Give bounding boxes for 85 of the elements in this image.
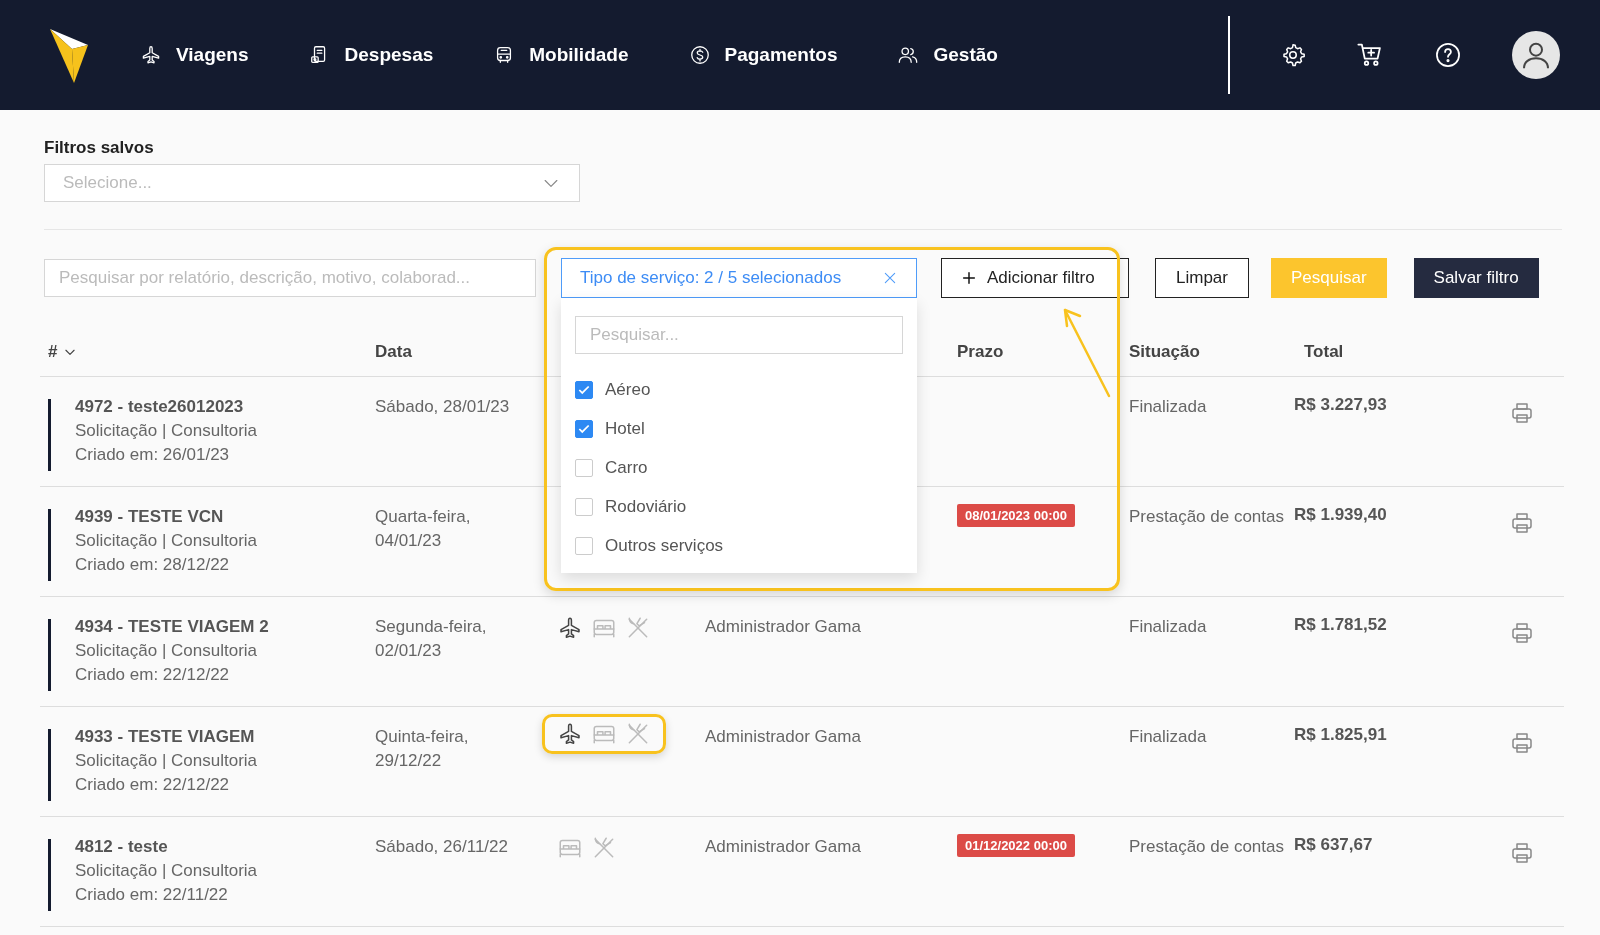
created-date: Criado em: 26/01/23 <box>75 444 231 466</box>
option[interactable]: Hotel <box>575 409 903 448</box>
nav-link[interactable]: Pagamentos <box>688 44 838 66</box>
report-title[interactable]: 4939 - TESTE VCN <box>75 505 258 529</box>
saved-filters-label: Filtros salvos <box>44 138 155 158</box>
created-date: Criado em: 22/11/22 <box>75 884 229 906</box>
sort-header[interactable]: # <box>40 342 375 362</box>
created-date: Criado em: 28/12/22 <box>75 554 231 576</box>
print-button[interactable] <box>1510 621 1534 645</box>
checkbox[interactable] <box>575 536 593 555</box>
status-text: Prestação de contas <box>1129 837 1284 856</box>
column-header[interactable]: Data <box>375 342 557 362</box>
cart-icon <box>1356 41 1384 69</box>
printer-icon <box>1510 731 1534 755</box>
checkbox[interactable] <box>575 419 593 438</box>
checkbox[interactable] <box>575 458 593 477</box>
status-text: Finalizada <box>1129 727 1207 746</box>
print-button[interactable] <box>1510 511 1534 535</box>
cart-button[interactable] <box>1356 41 1384 69</box>
total-amount: R$ 1.939,40 <box>1294 505 1387 524</box>
column-header[interactable]: Situação <box>1129 342 1294 362</box>
status-text: Finalizada <box>1129 617 1207 636</box>
total-amount: R$ 3.227,93 <box>1294 395 1387 414</box>
report-type: Solicitação | Consultoria <box>75 530 258 552</box>
report-title[interactable]: 4933 - TESTE VIAGEM <box>75 725 258 749</box>
airplane-icon <box>557 721 583 747</box>
airplane-icon <box>557 615 583 641</box>
printer-icon <box>1510 621 1534 645</box>
report-type: Solicitação | Consultoria <box>75 860 258 882</box>
deadline-badge: 01/12/2022 00:00 <box>957 834 1075 857</box>
clear-button[interactable]: Limpar <box>1155 258 1249 298</box>
status-text: Prestação de contas <box>1129 507 1284 526</box>
nav-link[interactable]: Gestão <box>897 44 998 66</box>
report-title[interactable]: 4972 - teste26012023 <box>75 395 258 419</box>
dollar-icon <box>688 44 711 66</box>
printer-icon <box>1510 401 1534 425</box>
search-field[interactable]: Pesquisar por relatório, descrição, motivo, colaborad... <box>44 259 536 297</box>
column-header[interactable]: Total <box>1294 342 1464 362</box>
option[interactable]: Aéreo <box>575 370 903 409</box>
trip-date: Sábado, 28/01/23 <box>375 396 511 418</box>
print-button[interactable] <box>1510 401 1534 425</box>
settings-icon <box>1280 42 1306 68</box>
help-button[interactable] <box>1434 41 1462 69</box>
trip-date: Quinta-feira, 29/12/22 <box>375 726 470 772</box>
print-button[interactable] <box>1510 731 1534 755</box>
responsible-name: Administrador Gama <box>705 837 861 856</box>
printer-icon <box>1510 511 1534 535</box>
printer-icon <box>1510 841 1534 865</box>
report-title[interactable]: 4812 - teste <box>75 835 258 859</box>
avatar[interactable] <box>1512 31 1560 79</box>
print-button[interactable] <box>1510 841 1534 865</box>
nav-link[interactable]: Viagens <box>140 44 249 66</box>
save-filter-button[interactable]: Salvar filtro <box>1413 258 1539 298</box>
total-amount: R$ 1.781,52 <box>1294 615 1387 634</box>
report-type: Solicitação | Consultoria <box>75 420 258 442</box>
option[interactable]: Rodoviário <box>575 487 903 526</box>
settings-button[interactable] <box>1280 42 1306 68</box>
total-amount: R$ 1.825,91 <box>1294 725 1387 744</box>
report-type: Solicitação | Consultoria <box>75 750 258 772</box>
report-type: Solicitação | Consultoria <box>75 640 259 662</box>
logo-icon[interactable] <box>48 27 90 83</box>
option[interactable]: Outros serviços <box>575 526 903 565</box>
column-header[interactable]: Prazo <box>957 342 1129 362</box>
deadline-badge: 08/01/2023 00:00 <box>957 504 1075 527</box>
created-date: Criado em: 22/12/22 <box>75 664 231 686</box>
nav-link[interactable]: Mobilidade <box>493 44 629 66</box>
airplane-icon <box>140 44 162 66</box>
trip-date: Quarta-feira, 04/01/23 <box>375 506 472 552</box>
close-icon <box>882 270 898 286</box>
plus-icon <box>961 270 977 286</box>
status-text: Finalizada <box>1129 397 1207 416</box>
checkbox[interactable] <box>575 380 593 399</box>
trip-date: Segunda-feira, 02/01/23 <box>375 616 488 662</box>
responsible-name: Administrador Gama <box>705 727 861 746</box>
nav-link[interactable]: Despesas <box>308 44 434 66</box>
created-date: Criado em: 22/12/22 <box>75 774 231 796</box>
option[interactable]: Carro <box>575 448 903 487</box>
add-filter-button[interactable]: Adicionar filtro <box>941 258 1129 298</box>
dropdown-search-field[interactable]: Pesquisar... <box>575 316 903 354</box>
total-amount: R$ 637,67 <box>1294 835 1373 854</box>
responsible-name: Administrador Gama <box>705 617 861 636</box>
help-icon <box>1434 41 1462 69</box>
report-title[interactable]: 4934 - TESTE VIAGEM 2 <box>75 615 269 639</box>
trip-date: Sábado, 26/11/22 <box>375 836 509 858</box>
checkbox[interactable] <box>575 497 593 516</box>
